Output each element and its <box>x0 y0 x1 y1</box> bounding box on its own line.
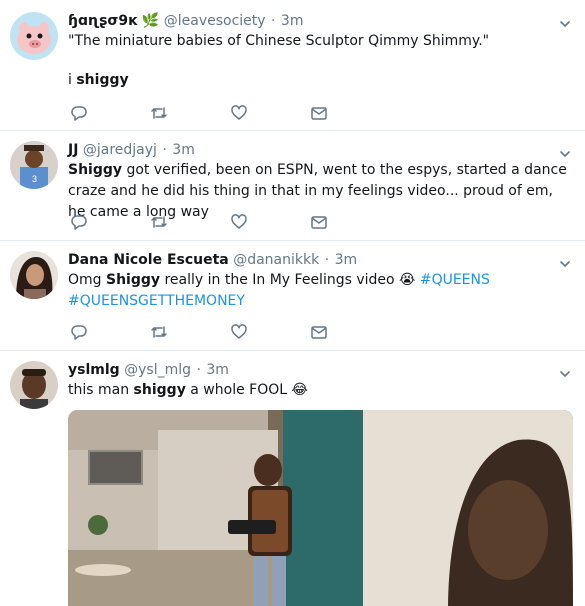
bold-word: Shiggy <box>106 272 161 288</box>
text-pre: this man <box>68 382 134 398</box>
hashtag-link[interactable]: #QUEENS <box>420 272 490 288</box>
tweet[interactable]: ɧɑɳʂσ9ĸ 🌿 @leavesociety · 3m "The miniat… <box>0 0 585 131</box>
reply-icon[interactable] <box>70 104 88 122</box>
text-post: a whole FOOL <box>185 382 292 398</box>
retweet-icon[interactable] <box>150 104 168 122</box>
reply-bold: shiggy <box>76 72 129 88</box>
tweet-text: this man shiggy a whole FOOL 😂 <box>68 380 567 401</box>
timestamp[interactable]: 3m <box>172 142 195 158</box>
tweet-header: yslmlg @ysl_mlg · 3m <box>68 361 229 379</box>
tweet-header: Dana Nicole Escueta @dananikkk · 3m <box>68 251 357 269</box>
chevron-down-icon[interactable] <box>559 15 571 28</box>
direct-message-icon[interactable] <box>310 323 328 341</box>
tweet-feed: ɧɑɳʂσ9ĸ 🌿 @leavesociety · 3m "The miniat… <box>0 0 585 606</box>
hashtag-link[interactable]: #QUEENSGETTHEMONEY <box>68 293 245 309</box>
like-icon[interactable] <box>230 104 248 122</box>
reply-icon[interactable] <box>70 213 88 231</box>
like-icon[interactable] <box>230 213 248 231</box>
tweet-header: JJ @jaredjayj · 3m <box>68 141 195 159</box>
display-name[interactable]: Dana Nicole Escueta <box>68 252 229 268</box>
chevron-down-icon[interactable] <box>559 255 571 268</box>
tweet-actions <box>70 104 350 122</box>
separator-dot: · <box>162 142 167 158</box>
user-handle[interactable]: @ysl_mlg <box>124 362 191 378</box>
user-handle[interactable]: @dananikkk <box>233 252 319 268</box>
text-pre: Omg <box>68 272 106 288</box>
chevron-down-icon[interactable] <box>559 365 571 378</box>
text-mid: really in the In My Feelings video <box>160 272 400 288</box>
avatar[interactable] <box>10 361 58 409</box>
display-name[interactable]: JJ <box>68 142 78 158</box>
timestamp[interactable]: 3m <box>281 13 304 29</box>
retweet-icon[interactable] <box>150 213 168 231</box>
separator-dot: · <box>271 13 276 29</box>
chevron-down-icon[interactable] <box>559 145 571 158</box>
bold-word: shiggy <box>133 382 186 398</box>
user-handle[interactable]: @leavesociety <box>164 13 266 29</box>
tweet-actions <box>70 213 350 231</box>
avatar[interactable] <box>10 12 58 60</box>
timestamp[interactable]: 3m <box>206 362 229 378</box>
retweet-icon[interactable] <box>150 323 168 341</box>
tweet-text: Omg Shiggy really in the In My Feelings … <box>68 270 567 312</box>
bold-word: Shiggy <box>68 162 123 178</box>
svg-text:3: 3 <box>32 174 37 184</box>
direct-message-icon[interactable] <box>310 104 328 122</box>
separator-dot: · <box>324 252 330 268</box>
reply-line: i shiggy <box>68 70 567 91</box>
direct-message-icon[interactable] <box>310 213 328 231</box>
separator-dot: · <box>196 362 201 378</box>
like-icon[interactable] <box>230 323 248 341</box>
timestamp[interactable]: 3m <box>335 252 358 268</box>
avatar[interactable]: 3 <box>10 141 58 189</box>
display-name[interactable]: ɧɑɳʂσ9ĸ <box>68 13 137 29</box>
tweet-actions <box>70 323 350 341</box>
laughing-emoji: 😂 <box>291 382 308 398</box>
crying-emoji: 😭 <box>399 272 416 288</box>
reply-icon[interactable] <box>70 323 88 341</box>
quote-line: "The miniature babies of Chinese Sculpto… <box>68 33 490 49</box>
video-thumbnail[interactable] <box>68 410 573 606</box>
tweet-text: "The miniature babies of Chinese Sculpto… <box>68 31 567 91</box>
user-handle[interactable]: @jaredjayj <box>83 142 157 158</box>
tweet[interactable]: Dana Nicole Escueta @dananikkk · 3m Omg … <box>0 241 585 351</box>
avatar[interactable] <box>10 251 58 299</box>
tweet-header: ɧɑɳʂσ9ĸ 🌿 @leavesociety · 3m <box>68 12 303 30</box>
text-rest: got verified, been on ESPN, went to the … <box>68 162 567 220</box>
display-name[interactable]: yslmlg <box>68 362 120 378</box>
tweet[interactable]: 3 JJ @jaredjayj · 3m Shiggy got verified… <box>0 131 585 241</box>
leaf-emoji: 🌿 <box>141 13 160 29</box>
tweet[interactable]: yslmlg @ysl_mlg · 3m this man shiggy a w… <box>0 351 585 606</box>
